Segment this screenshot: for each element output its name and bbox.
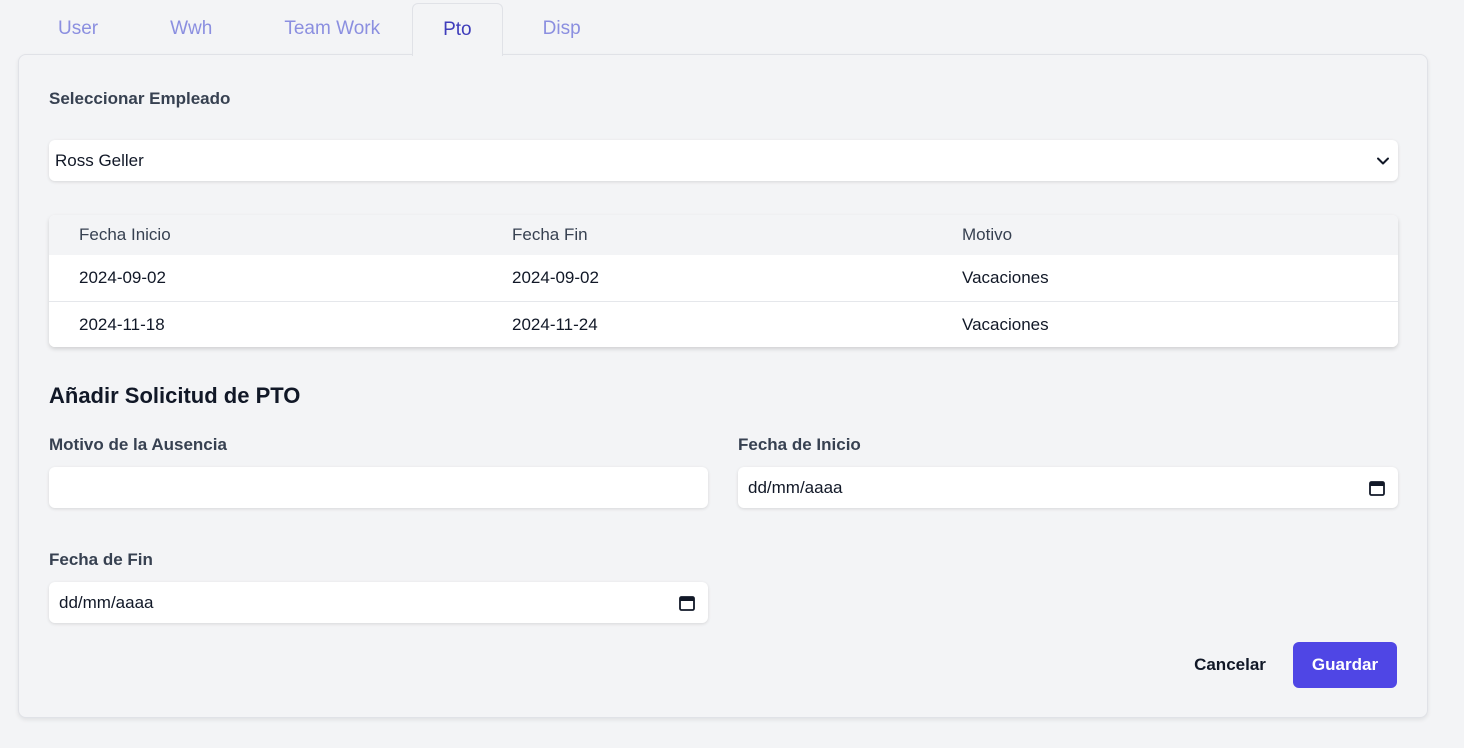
save-button[interactable]: Guardar [1293,642,1397,688]
tab-wwh[interactable]: Wwh [130,3,244,55]
start-date-label: Fecha de Inicio [738,435,861,454]
end-date-placeholder: dd/mm/aaaa [59,592,154,612]
reason-input[interactable] [49,467,708,508]
header-end-date: Fecha Fin [512,225,588,244]
tab-team-work[interactable]: Team Work [244,3,412,55]
table-row: 2024-09-02 2024-09-02 Vacaciones [49,255,1398,301]
cell-reason: Vacaciones [962,314,1049,334]
header-start-date: Fecha Inicio [79,225,171,244]
cell-reason: Vacaciones [962,268,1049,287]
cancel-button[interactable]: Cancelar [1183,643,1277,687]
pto-table: Fecha Inicio Fecha Fin Motivo 2024-09-02… [49,215,1398,347]
table-header: Fecha Inicio Fecha Fin Motivo [49,215,1398,255]
pto-panel: Seleccionar Empleado Ross Geller Fecha I… [18,54,1428,718]
end-date-label: Fecha de Fin [49,550,153,569]
table-row: 2024-11-18 2024-11-24 Vacaciones [49,301,1398,347]
reason-label: Motivo de la Ausencia [49,435,227,454]
tab-bar: User Wwh Team Work Pto Disp [18,3,613,56]
cell-start-date: 2024-09-02 [79,268,166,287]
tab-pto[interactable]: Pto [412,3,503,56]
cell-start-date: 2024-11-18 [79,314,165,334]
cell-end-date: 2024-11-24 [512,314,598,334]
tab-disp[interactable]: Disp [503,3,613,55]
header-reason: Motivo [962,225,1013,244]
start-date-placeholder: dd/mm/aaaa [748,477,843,497]
employee-select-label: Seleccionar Empleado [49,89,231,108]
form-title: Añadir Solicitud de PTO [49,383,301,408]
calendar-icon[interactable] [1368,479,1386,497]
chevron-down-icon [1377,157,1389,164]
start-date-input[interactable]: dd/mm/aaaa [738,467,1398,508]
cell-end-date: 2024-09-02 [512,268,599,287]
end-date-input[interactable]: dd/mm/aaaa [49,582,708,623]
employee-select[interactable]: Ross Geller [49,140,1398,181]
employee-select-value: Ross Geller [55,150,144,170]
tab-user[interactable]: User [18,3,130,55]
calendar-icon[interactable] [678,594,696,612]
